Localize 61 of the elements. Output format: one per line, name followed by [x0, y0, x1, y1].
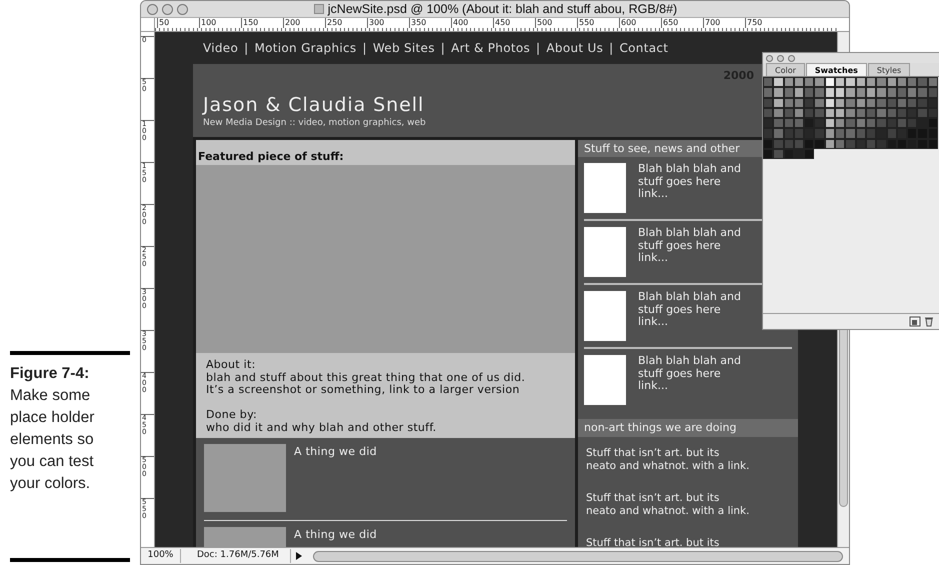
- ruler-label: 700: [705, 18, 720, 27]
- site-tagline: New Media Design :: video, motion graphics, web: [203, 116, 427, 130]
- window-title: jcNewSite.psd @ 100% (About it: blah and stuff abou, RGB/8#): [328, 1, 678, 18]
- play-icon[interactable]: [295, 551, 303, 561]
- zoom-level[interactable]: 100%: [141, 549, 181, 563]
- nav-link[interactable]: Web Sites: [372, 39, 435, 57]
- thing-title: A thing we did: [294, 444, 377, 460]
- ruler-label: 400: [453, 18, 468, 27]
- nav-separator: |: [244, 40, 248, 57]
- nonart-heading: non-art things we are doing: [578, 419, 798, 437]
- news-item-text: Blah blah blah and stuff goes here link...: [638, 291, 742, 330]
- ruler-label: 200: [285, 18, 300, 27]
- document-icon: [314, 4, 324, 14]
- news-item-text: Blah blah blah and stuff goes here link...: [638, 163, 742, 202]
- ruler-label: 100: [201, 18, 216, 27]
- site-title: Jason & Claudia Snell: [203, 92, 426, 116]
- thumbnail-placeholder: [584, 291, 626, 341]
- thumbnail-placeholder: [584, 227, 626, 277]
- ruler-label: 750: [747, 18, 762, 27]
- ruler-label: 600: [621, 18, 636, 27]
- thing-title: A thing we did: [294, 527, 377, 543]
- thumbnail-placeholder: [584, 355, 626, 405]
- horizontal-scrollbar[interactable]: [313, 550, 843, 562]
- nonart-item-text: Stuff that isn’t art. but its: [586, 537, 720, 547]
- nav-separator: |: [440, 40, 446, 57]
- panel-tab[interactable]: Swatches: [806, 63, 867, 76]
- nav-link[interactable]: Art & Photos: [451, 39, 530, 57]
- featured-heading: Featured piece of stuff:: [197, 149, 345, 165]
- window-control-icon[interactable]: [177, 4, 188, 14]
- nav-separator: |: [362, 40, 367, 57]
- window-control-icon[interactable]: [147, 4, 158, 14]
- ruler-label: 550: [579, 18, 594, 27]
- thumbnail-placeholder: [584, 163, 626, 213]
- window-control-icon[interactable]: [162, 4, 173, 14]
- ruler-label: 300: [369, 18, 384, 27]
- ruler-label: 50: [159, 18, 170, 27]
- nonart-item-text: Stuff that isn’t art. but its neato and whatnot. with a link.: [586, 492, 750, 517]
- nav-link[interactable]: About Us: [546, 39, 604, 57]
- swatch-grid[interactable]: [763, 77, 939, 160]
- panel-tab[interactable]: Color: [766, 63, 805, 76]
- nav-link[interactable]: Video: [203, 39, 238, 57]
- news-item-text: Blah blah blah and stuff goes here link...: [638, 227, 742, 266]
- news-item-text: Blah blah blah and stuff goes here link...: [638, 355, 742, 394]
- figure-caption: Make some place holder elements so you can test your colors.: [10, 386, 96, 494]
- trash-icon[interactable]: [923, 316, 935, 327]
- figure-label: Figure 7-4:: [10, 364, 90, 384]
- new-swatch-icon[interactable]: [909, 316, 921, 327]
- ruler-label: 650: [663, 18, 678, 27]
- about-text: About it: blah and stuff about this great thing that one of us did. It’s a screenshot or something, link to a larger version Done by: who did it and why blah and other stuff.: [205, 357, 526, 436]
- ruler-label: 500: [537, 18, 552, 27]
- nav-separator: |: [536, 40, 540, 57]
- ruler-label: 350: [411, 18, 426, 27]
- ruler-label: 450: [495, 18, 510, 27]
- nav-link[interactable]: Motion Graphics: [254, 39, 356, 57]
- panel-tab[interactable]: Styles: [868, 63, 910, 76]
- ruler-label: 150: [243, 18, 258, 27]
- nonart-item-text: Stuff that isn’t art. but its neato and whatnot. with a link.: [586, 447, 750, 472]
- nav-separator: |: [609, 40, 614, 57]
- document-size: Doc: 1.76M/5.76M: [181, 549, 291, 563]
- nav-link[interactable]: Contact: [619, 39, 668, 57]
- ruler-label: 250: [327, 18, 342, 27]
